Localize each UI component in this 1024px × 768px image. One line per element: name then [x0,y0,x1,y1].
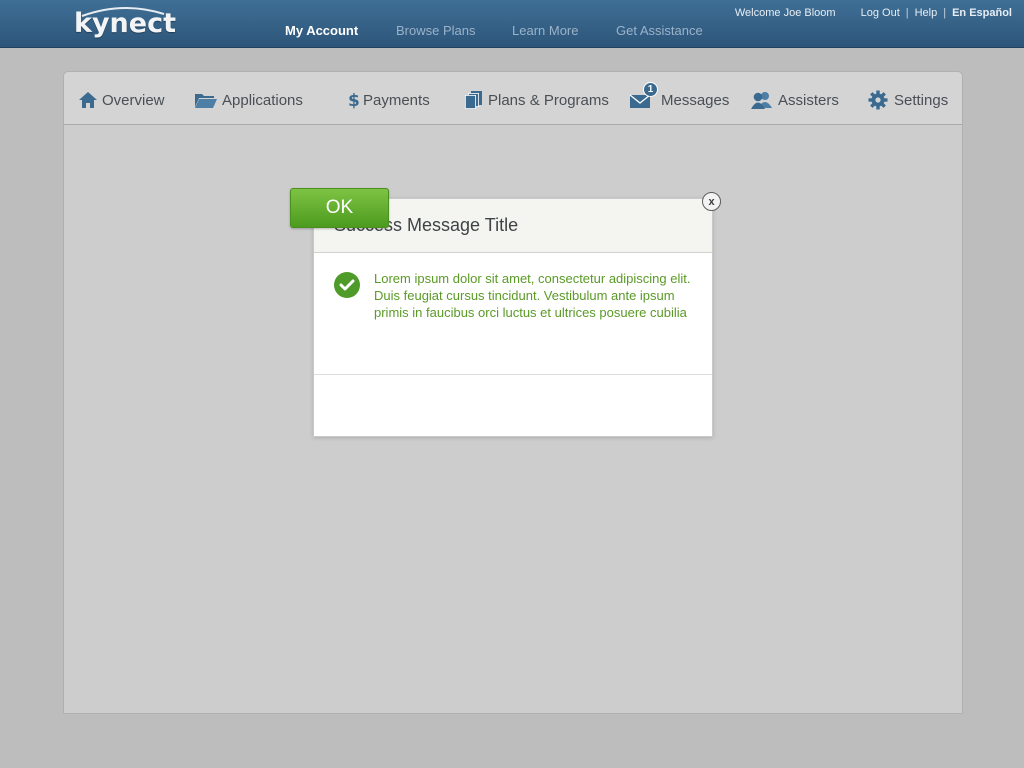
tab-label: Assisters [778,91,839,109]
tab-payments[interactable]: $ Payments [348,89,430,111]
tab-overview[interactable]: Overview [78,89,165,111]
tab-applications[interactable]: Applications [194,89,303,111]
success-message: Lorem ipsum dolor sit amet, consectetur … [374,271,691,320]
documents-icon [464,90,484,110]
gear-icon [868,90,888,110]
envelope-icon: 1 [629,82,658,110]
tab-label: Settings [894,91,949,109]
separator: | [943,7,947,19]
success-check-icon [334,272,360,298]
welcome-text: Welcome Joe Bloom [734,7,836,19]
dialog-title: Success Message Title [334,215,519,235]
success-dialog: Success Message Title Lorem ipsum dolor … [313,198,713,437]
ok-button[interactable]: OK [290,188,389,228]
account-tabs: Overview Applications $ Payments Plans &… [64,72,962,125]
dialog-body: Lorem ipsum dolor sit amet, consectetur … [314,253,712,375]
kynect-logo[interactable]: kynect [74,8,176,39]
tab-messages[interactable]: 1 Messages [629,82,730,111]
nav-my-account[interactable]: My Account [285,23,358,38]
home-icon [78,90,98,110]
tab-settings[interactable]: Settings [868,89,948,111]
tab-label: Payments [363,91,430,109]
dollar-icon: $ [348,90,360,110]
tab-label: Overview [102,91,165,109]
nav-browse-plans[interactable]: Browse Plans [396,23,475,38]
logout-link[interactable]: Log Out [861,7,900,19]
folder-icon [194,90,218,110]
top-header: kynect My Account Browse Plans Learn Mor… [0,0,1024,48]
message-count-badge: 1 [643,82,658,97]
tab-label: Plans & Programs [488,91,609,109]
close-icon[interactable]: x [702,192,721,211]
help-link[interactable]: Help [915,7,938,19]
tab-assisters[interactable]: Assisters [750,89,839,111]
separator: | [905,7,909,19]
tab-plans-programs[interactable]: Plans & Programs [464,89,609,111]
utility-links: Welcome Joe Bloom Log Out | Help | En Españo… [735,7,1012,19]
nav-get-assistance[interactable]: Get Assistance [616,23,703,38]
tab-label: Applications [222,91,303,109]
svg-text:$: $ [348,91,360,110]
nav-learn-more[interactable]: Learn More [512,23,578,38]
language-link[interactable]: En Español [952,7,1012,19]
users-icon [750,90,774,110]
tab-label: Messages [661,91,730,109]
